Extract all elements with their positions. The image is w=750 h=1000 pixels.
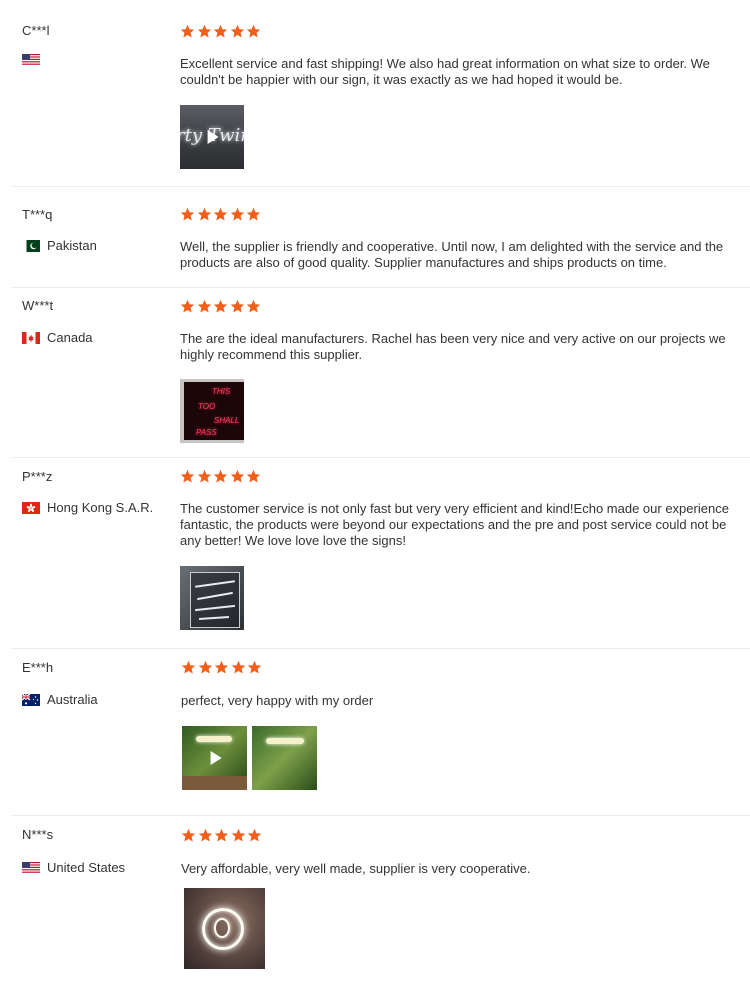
neon-sign-image xyxy=(196,736,232,742)
divider xyxy=(12,648,750,649)
star-icon xyxy=(214,660,229,674)
reviewer-country: Canada xyxy=(22,330,93,345)
rating-stars xyxy=(180,299,263,314)
review-video-thumbnail[interactable]: rty Twin xyxy=(180,105,244,169)
star-icon xyxy=(180,207,195,221)
reviewer-name: C***l xyxy=(22,23,50,38)
review-text: The customer service is not only fast bu… xyxy=(180,501,729,548)
review-photo-thumbnail[interactable] xyxy=(252,726,317,790)
star-icon xyxy=(231,660,245,674)
star-icon xyxy=(180,469,195,483)
reviewer-name: T***q xyxy=(22,207,53,222)
canada-flag-icon xyxy=(22,331,40,344)
star-icon xyxy=(230,24,244,38)
rating-stars xyxy=(180,469,263,484)
star-icon xyxy=(231,828,245,842)
star-icon xyxy=(214,828,229,842)
reviewer-country: Australia xyxy=(22,692,98,707)
review-photo-thumbnail[interactable]: THIS TOO SHALL PASS xyxy=(180,379,244,443)
country-label: Pakistan xyxy=(47,238,97,253)
reviewer-name: N***s xyxy=(22,827,54,842)
hong-kong-flag-icon xyxy=(22,501,40,514)
neon-sign-image: THIS TOO SHALL PASS xyxy=(184,382,244,440)
neon-sign-image xyxy=(266,738,304,744)
star-icon xyxy=(181,828,196,842)
review-text: Excellent service and fast shipping! We … xyxy=(180,56,710,87)
star-icon xyxy=(230,469,244,483)
rating-stars xyxy=(181,660,264,675)
star-icon xyxy=(197,24,211,38)
australia-flag-icon xyxy=(22,693,40,706)
pakistan-flag-icon xyxy=(22,239,40,252)
rating-stars xyxy=(180,207,263,222)
review-photo-thumbnail[interactable] xyxy=(184,888,265,969)
reviewer-country: United States xyxy=(22,860,125,875)
star-icon xyxy=(230,207,244,221)
country-label: Australia xyxy=(47,692,98,707)
country-label: United States xyxy=(47,860,126,875)
star-icon xyxy=(213,469,228,483)
star-icon xyxy=(247,660,262,674)
reviewer-country: Pakistan xyxy=(22,238,97,253)
reviewer-country: Hong Kong S.A.R. xyxy=(22,500,153,515)
play-icon xyxy=(207,130,219,144)
star-icon xyxy=(180,24,195,38)
star-icon xyxy=(213,299,228,313)
us-flag-icon xyxy=(22,54,40,66)
star-icon xyxy=(181,660,196,674)
reviewer-name: W***t xyxy=(22,298,54,313)
star-icon xyxy=(246,299,261,313)
star-icon xyxy=(198,828,212,842)
divider xyxy=(12,287,750,288)
divider xyxy=(12,457,750,458)
star-icon xyxy=(230,299,244,313)
reviewer-country xyxy=(22,54,47,66)
star-icon xyxy=(213,24,228,38)
review-text: The are the ideal manufacturers. Rachel … xyxy=(180,331,726,362)
star-icon xyxy=(197,469,211,483)
review-text: Well, the supplier is friendly and coope… xyxy=(180,239,724,270)
review-text: Very affordable, very well made, supplie… xyxy=(181,861,531,876)
divider xyxy=(12,186,750,187)
star-icon xyxy=(246,24,261,38)
review-photo-thumbnail[interactable] xyxy=(180,566,244,630)
star-icon xyxy=(247,828,262,842)
star-icon xyxy=(197,299,211,313)
review-video-thumbnail[interactable] xyxy=(182,726,247,790)
star-icon xyxy=(197,207,211,221)
reviewer-name: P***z xyxy=(22,469,53,484)
us-flag-icon xyxy=(22,861,40,874)
country-label: Hong Kong S.A.R. xyxy=(47,500,154,515)
play-icon xyxy=(210,751,222,765)
rating-stars xyxy=(181,828,264,843)
star-icon xyxy=(213,207,228,221)
star-icon xyxy=(180,299,195,313)
divider xyxy=(12,815,750,816)
reviewer-name: E***h xyxy=(22,660,54,675)
star-icon xyxy=(246,469,261,483)
rating-stars xyxy=(180,24,263,39)
star-icon xyxy=(246,207,261,221)
neon-sign-image xyxy=(190,572,240,628)
star-icon xyxy=(198,660,212,674)
country-label: Canada xyxy=(47,330,93,345)
review-text: perfect, very happy with my order xyxy=(181,693,374,708)
